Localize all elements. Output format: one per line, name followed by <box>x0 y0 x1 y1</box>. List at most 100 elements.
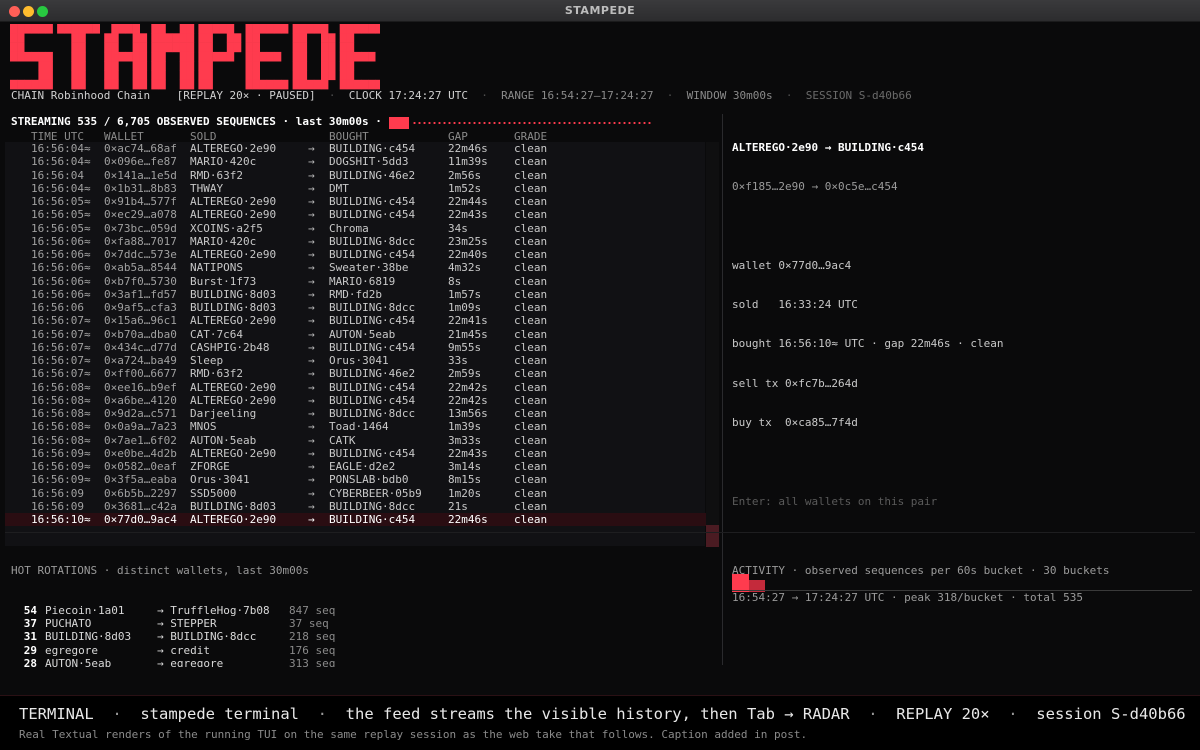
table-row[interactable]: 16:56:06≈ 0×3af1…fd57 BUILDING·8d03 → RMD·fd… <box>5 288 719 301</box>
table-row[interactable]: 16:56:06≈ 0×ab5a…8544 NATIPONS → Sweater·38b… <box>5 261 719 274</box>
cell-bought: BUILDING·8dcc <box>329 234 416 248</box>
cell-grade: clean <box>514 181 548 195</box>
table-row[interactable]: 16:56:08≈ 0×a6be…4120 ALTEREGO·2e90 → BUILDI… <box>5 394 719 407</box>
table-row[interactable]: 16:56:09≈ 0×3f5a…eaba Orus·3041 → PONSLAB·bd… <box>5 473 719 486</box>
cell-sold: ALTEREGO·2e90 <box>190 513 277 526</box>
cell-gap: 1m52s <box>448 181 482 195</box>
hot-rotation-row[interactable]: 29 egregore → credit 176 seq <box>11 644 711 657</box>
table-row[interactable]: 16:56:04≈ 0×ac74…68af ALTEREGO·2e90 → BUILDI… <box>5 142 719 155</box>
cell-gap: 34s <box>448 221 468 235</box>
arrow-icon: → <box>308 380 315 394</box>
cell-grade: clean <box>514 327 548 341</box>
table-row[interactable]: 16:56:09≈ 0×0582…0eaf ZFORGE → EAGLE·d2e2 3m1… <box>5 460 719 473</box>
table-row[interactable]: 16:56:09 0×6b5b…2297 SSD5000 → CYBERBEER·05b… <box>5 487 719 500</box>
table-row[interactable]: 16:56:05≈ 0×73bc…059d XCOINS·a2f5 → Chroma 34… <box>5 222 719 235</box>
stream-progress-block <box>389 117 409 129</box>
table-row[interactable]: 16:56:04 0×141a…1e5d RMD·63f2 → BUILDING·46e… <box>5 169 719 182</box>
cell-bought: BUILDING·c454 <box>329 248 416 261</box>
section-divider <box>5 532 1195 533</box>
cell-wallet: 0×ab5a…8544 <box>104 261 177 275</box>
table-row[interactable]: 16:56:08≈ 0×ee16…b9ef ALTEREGO·2e90 → BUILDI… <box>5 381 719 394</box>
hot-rotation-row[interactable]: 54 Piecoin·1a01 → TruffleHog·7b08 847 seq <box>11 604 711 617</box>
hot-rotation-row[interactable]: 31 BUILDING·8d03 → BUILDING·8dcc 218 seq <box>11 630 711 643</box>
cell-grade: clean <box>514 420 548 434</box>
cell-bought: BUILDING·8dcc <box>329 499 416 513</box>
cell-time: 16:56:09≈ <box>31 446 91 460</box>
table-row[interactable]: 16:56:06≈ 0×fa88…7017 MARIO·420c → BUILDING·… <box>5 235 719 248</box>
table-row[interactable]: 16:56:07≈ 0×ff00…6677 RMD·63f2 → BUILDING·46… <box>5 367 719 380</box>
detail-pair: ALTEREGO·2e90 → BUILDING·c454 <box>732 141 925 154</box>
arrow-icon: → <box>308 142 315 155</box>
table-row[interactable]: 16:56:05≈ 0×91b4…577f ALTEREGO·2e90 → BUILDI… <box>5 195 719 208</box>
replay-status: [REPLAY 20× · PAUSED] <box>176 89 316 102</box>
table-row[interactable]: 16:56:08≈ 0×7ae1…6f02 AUTON·5eab → CATK 3m33s… <box>5 434 719 447</box>
cell-sold: NATIPONS <box>190 261 243 275</box>
cell-wallet: 0×15a6…96c1 <box>104 314 177 328</box>
cell-sold: AUTON·5eab <box>190 433 257 447</box>
cell-sold: ALTEREGO·2e90 <box>190 393 277 407</box>
cell-gap: 8s <box>448 274 462 288</box>
cell-time: 16:56:05≈ <box>31 208 91 222</box>
table-row[interactable]: 16:56:07≈ 0×a724…ba49 Sleep → Orus·3041 33s cl… <box>5 354 719 367</box>
cell-time: 16:56:07≈ <box>31 327 91 341</box>
cell-gap: 3m33s <box>448 433 482 447</box>
cell-wallet: 0×6b5b…2297 <box>104 486 177 500</box>
cell-wallet: 0×7ae1…6f02 <box>104 433 177 447</box>
table-row[interactable]: 16:56:06 0×9af5…cfa3 BUILDING·8d03 → BUILDIN… <box>5 301 719 314</box>
caption-part: session S-d40b66 <box>1036 705 1186 723</box>
cell-grade: clean <box>514 208 548 222</box>
table-row[interactable]: 16:56:04≈ 0×096e…fe87 MARIO·420c → DOGSHIT·5… <box>5 155 719 168</box>
cell-gap: 1m20s <box>448 486 482 500</box>
arrow-icon: → <box>308 181 315 195</box>
cell-grade: clean <box>514 340 548 354</box>
cell-sold: CAT·7c64 <box>190 327 243 341</box>
table-row[interactable]: 16:56:07≈ 0×b70a…dba0 CAT·7c64 → AUTON·5eab 2… <box>5 328 719 341</box>
detail-hint: Enter: all wallets on this pair <box>732 494 938 508</box>
cell-bought: BUILDING·c454 <box>329 314 416 328</box>
cell-grade: clean <box>514 168 548 182</box>
cell-sold: ALTEREGO·2e90 <box>190 142 277 155</box>
table-row[interactable]: 16:56:08≈ 0×9d2a…c571 Darjeeling → BUILDING·… <box>5 407 719 420</box>
detail-sell-tx[interactable]: sell tx 0×fc7b…264d <box>732 377 1004 390</box>
arrow-icon: → <box>308 221 315 235</box>
table-row[interactable]: 16:56:08≈ 0×0a9a…7a23 MNOS → Toad·1464 1m39s c… <box>5 420 719 433</box>
cell-wallet: 0×ee16…b9ef <box>104 380 177 394</box>
rotation-to: → TruffleHog·7b08 <box>157 604 270 617</box>
cell-gap: 1m39s <box>448 420 482 434</box>
cell-gap: 8m15s <box>448 473 482 487</box>
cell-wallet: 0×3f5a…eaba <box>104 473 177 487</box>
table-row-selected[interactable]: 16:56:10≈ 0×77d0…9ac4 ALTEREGO·2e90 → BUILDI… <box>5 513 719 527</box>
cell-bought: EAGLE·d2e2 <box>329 460 396 473</box>
cell-grade: clean <box>514 195 548 208</box>
table-row[interactable]: 16:56:06≈ 0×b7f0…5730 Burst·1f73 → MARIO·681… <box>5 275 719 288</box>
cell-wallet: 0×141a…1e5d <box>104 168 177 182</box>
cell-wallet: 0×ff00…6677 <box>104 367 177 381</box>
cell-time: 16:56:06 <box>31 301 84 314</box>
cell-grade: clean <box>514 499 548 513</box>
chain-status: CHAIN Robinhood Chain <box>11 89 151 102</box>
cell-wallet: 0×ac74…68af <box>104 142 177 155</box>
arrow-icon: → <box>308 433 315 447</box>
table-row[interactable]: 16:56:07≈ 0×15a6…96c1 ALTEREGO·2e90 → BUILDI… <box>5 314 719 327</box>
hot-rotation-row[interactable]: 37 PUCHATO → STEPPER 37 seq <box>11 617 711 630</box>
cell-sold: BUILDING·8d03 <box>190 499 277 513</box>
rotation-seq: 218 seq <box>289 630 336 644</box>
cell-sold: ALTEREGO·2e90 <box>190 208 277 222</box>
table-row[interactable]: 16:56:04≈ 0×1b31…8b83 THWAY → DMT 1m52s clean <box>5 182 719 195</box>
terminal-area: CHAIN Robinhood Chain [REPLAY 20× · PAUS… <box>0 22 1200 696</box>
cell-time: 16:56:08≈ <box>31 393 91 407</box>
detail-buy-tx[interactable]: buy tx 0×ca85…7f4d <box>732 416 1004 429</box>
cell-wallet: 0×1b31…8b83 <box>104 181 177 195</box>
table-row[interactable]: 16:56:09 0×3681…c42a BUILDING·8d03 → BUILDIN… <box>5 500 719 513</box>
feed-scrollbar[interactable] <box>706 142 719 547</box>
table-row[interactable]: 16:56:07≈ 0×434c…d77d CASHPIG·2b48 → BUILDIN… <box>5 341 719 354</box>
detail-wallet[interactable]: wallet 0×77d0…9ac4 <box>732 259 1004 272</box>
rotation-from: egregore <box>45 643 98 657</box>
cell-sold: ALTEREGO·2e90 <box>190 380 277 394</box>
table-row[interactable]: 16:56:06≈ 0×7ddc…573e ALTEREGO·2e90 → BUILDI… <box>5 248 719 261</box>
sequence-feed-table[interactable]: 16:56:04≈ 0×ac74…68af ALTEREGO·2e90 → BUILDI… <box>5 142 719 547</box>
table-row[interactable]: 16:56:05≈ 0×ec29…a078 ALTEREGO·2e90 → BUILDI… <box>5 208 719 221</box>
pane-divider <box>722 114 723 665</box>
cell-gap: 3m14s <box>448 460 482 473</box>
table-row[interactable]: 16:56:09≈ 0×e0be…4d2b ALTEREGO·2e90 → BUILDI… <box>5 447 719 460</box>
